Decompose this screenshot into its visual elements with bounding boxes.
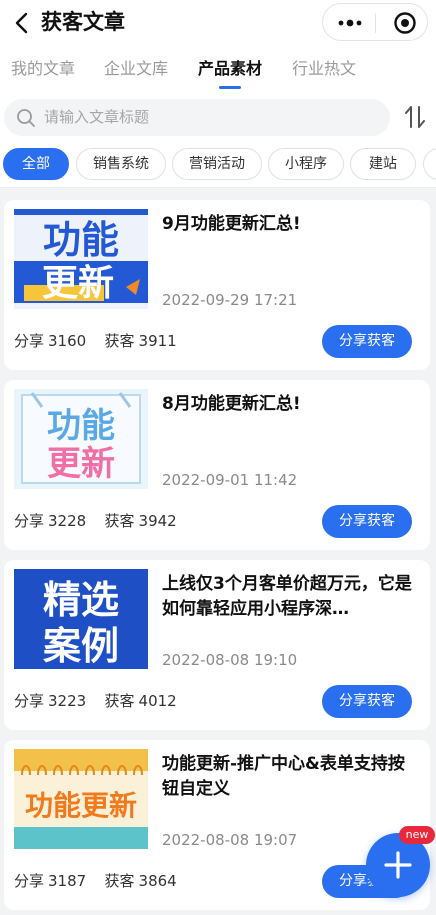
page-title: 获客文章 <box>41 10 125 34</box>
share-label: 分享 <box>14 332 45 350</box>
article-card[interactable]: 功能更新 功能更新-推广中心&表单支持按钮自定义 2022-08-08 19:0… <box>4 740 430 910</box>
thumb-text: 案例 <box>43 624 119 668</box>
article-thumbnail: 功能 更新 <box>14 389 148 489</box>
share-label: 分享 <box>14 872 45 890</box>
leads-count: 3942 <box>138 512 177 530</box>
leads-count: 3911 <box>138 332 177 350</box>
article-title[interactable]: 9月功能更新汇总! <box>162 212 420 237</box>
article-thumbnail: 精选 案例 <box>14 569 148 669</box>
leads-label: 获客 <box>104 332 135 350</box>
share-button[interactable]: 分享获客 <box>322 325 412 358</box>
article-card[interactable]: 功能 更新 8月功能更新汇总! 2022-09-01 11:42 分享 3228 … <box>4 380 430 550</box>
share-button[interactable]: 分享获客 <box>322 685 412 718</box>
chip-all[interactable]: 全部 <box>3 148 69 180</box>
tab-my-articles[interactable]: 我的文章 <box>11 58 75 80</box>
chip-sales-system[interactable]: 销售系统 <box>76 148 166 180</box>
article-thumbnail: 功能 更新 <box>14 209 148 309</box>
leads-label: 获客 <box>104 872 135 890</box>
share-count: 3228 <box>48 512 87 530</box>
search-input[interactable] <box>44 105 374 129</box>
article-date: 2022-09-01 11:42 <box>162 471 298 489</box>
close-target-icon[interactable] <box>393 11 417 35</box>
thumb-text: 功能更新 <box>25 789 137 822</box>
more-dots-icon[interactable] <box>335 14 365 32</box>
tab-enterprise-library[interactable]: 企业文库 <box>104 58 168 80</box>
thumb-text: 功能 <box>47 406 115 446</box>
article-date: 2022-08-08 19:10 <box>162 651 298 669</box>
article-stats: 分享 3187 获客 3864 <box>14 871 181 891</box>
search-box[interactable] <box>4 99 390 136</box>
leads-count: 4012 <box>138 692 177 710</box>
chip-mini-program[interactable]: 小程序 <box>268 148 344 180</box>
share-label: 分享 <box>14 692 45 710</box>
article-date: 2022-08-08 19:07 <box>162 831 298 849</box>
article-thumbnail: 功能更新 <box>14 749 148 849</box>
article-stats: 分享 3160 获客 3911 <box>14 331 181 351</box>
plus-icon <box>384 851 412 879</box>
thumb-text: 更新 <box>42 263 114 304</box>
share-count: 3160 <box>48 332 87 350</box>
chip-marketing[interactable]: 营销活动 <box>172 148 262 180</box>
share-label: 分享 <box>14 512 45 530</box>
article-title[interactable]: 功能更新-推广中心&表单支持按钮自定义 <box>162 752 420 802</box>
sort-icon[interactable] <box>400 104 430 130</box>
tab-industry-hot[interactable]: 行业热文 <box>292 58 356 80</box>
thumb-text: 功能 <box>43 218 119 262</box>
chip-more[interactable] <box>423 148 436 180</box>
active-tab-indicator <box>219 86 241 89</box>
article-stats: 分享 3228 获客 3942 <box>14 511 181 531</box>
filter-chips: 全部 销售系统 营销活动 小程序 建站 <box>0 140 436 188</box>
article-date: 2022-09-29 17:21 <box>162 291 298 309</box>
tab-product-materials[interactable]: 产品素材 <box>198 58 262 80</box>
share-count: 3223 <box>48 692 87 710</box>
back-arrow-icon[interactable] <box>8 8 38 38</box>
article-card[interactable]: 功能 更新 9月功能更新汇总! 2022-09-29 17:21 分享 3160 … <box>4 200 430 370</box>
thumb-text: 精选 <box>43 578 119 622</box>
leads-label: 获客 <box>104 512 135 530</box>
search-row <box>0 94 436 140</box>
share-count: 3187 <box>48 872 87 890</box>
share-button[interactable]: 分享获客 <box>322 505 412 538</box>
miniprogram-capsule <box>322 3 428 41</box>
category-tabs: 我的文章 企业文库 产品素材 行业热文 <box>0 48 436 94</box>
leads-label: 获客 <box>104 692 135 710</box>
search-icon <box>17 109 35 127</box>
article-title[interactable]: 8月功能更新汇总! <box>162 392 420 417</box>
leads-count: 3864 <box>138 872 177 890</box>
article-card[interactable]: 精选 案例 上线仅3个月客单价超万元，它是如何靠轻应用小程序深… 2022-08… <box>4 560 430 730</box>
article-stats: 分享 3223 获客 4012 <box>14 691 181 711</box>
capsule-divider <box>375 13 376 33</box>
thumb-text: 更新 <box>47 444 115 484</box>
article-title[interactable]: 上线仅3个月客单价超万元，它是如何靠轻应用小程序深… <box>162 572 420 622</box>
chip-site-building[interactable]: 建站 <box>350 148 416 180</box>
new-badge: new <box>399 826 435 844</box>
navigation-bar: 获客文章 <box>0 0 436 48</box>
